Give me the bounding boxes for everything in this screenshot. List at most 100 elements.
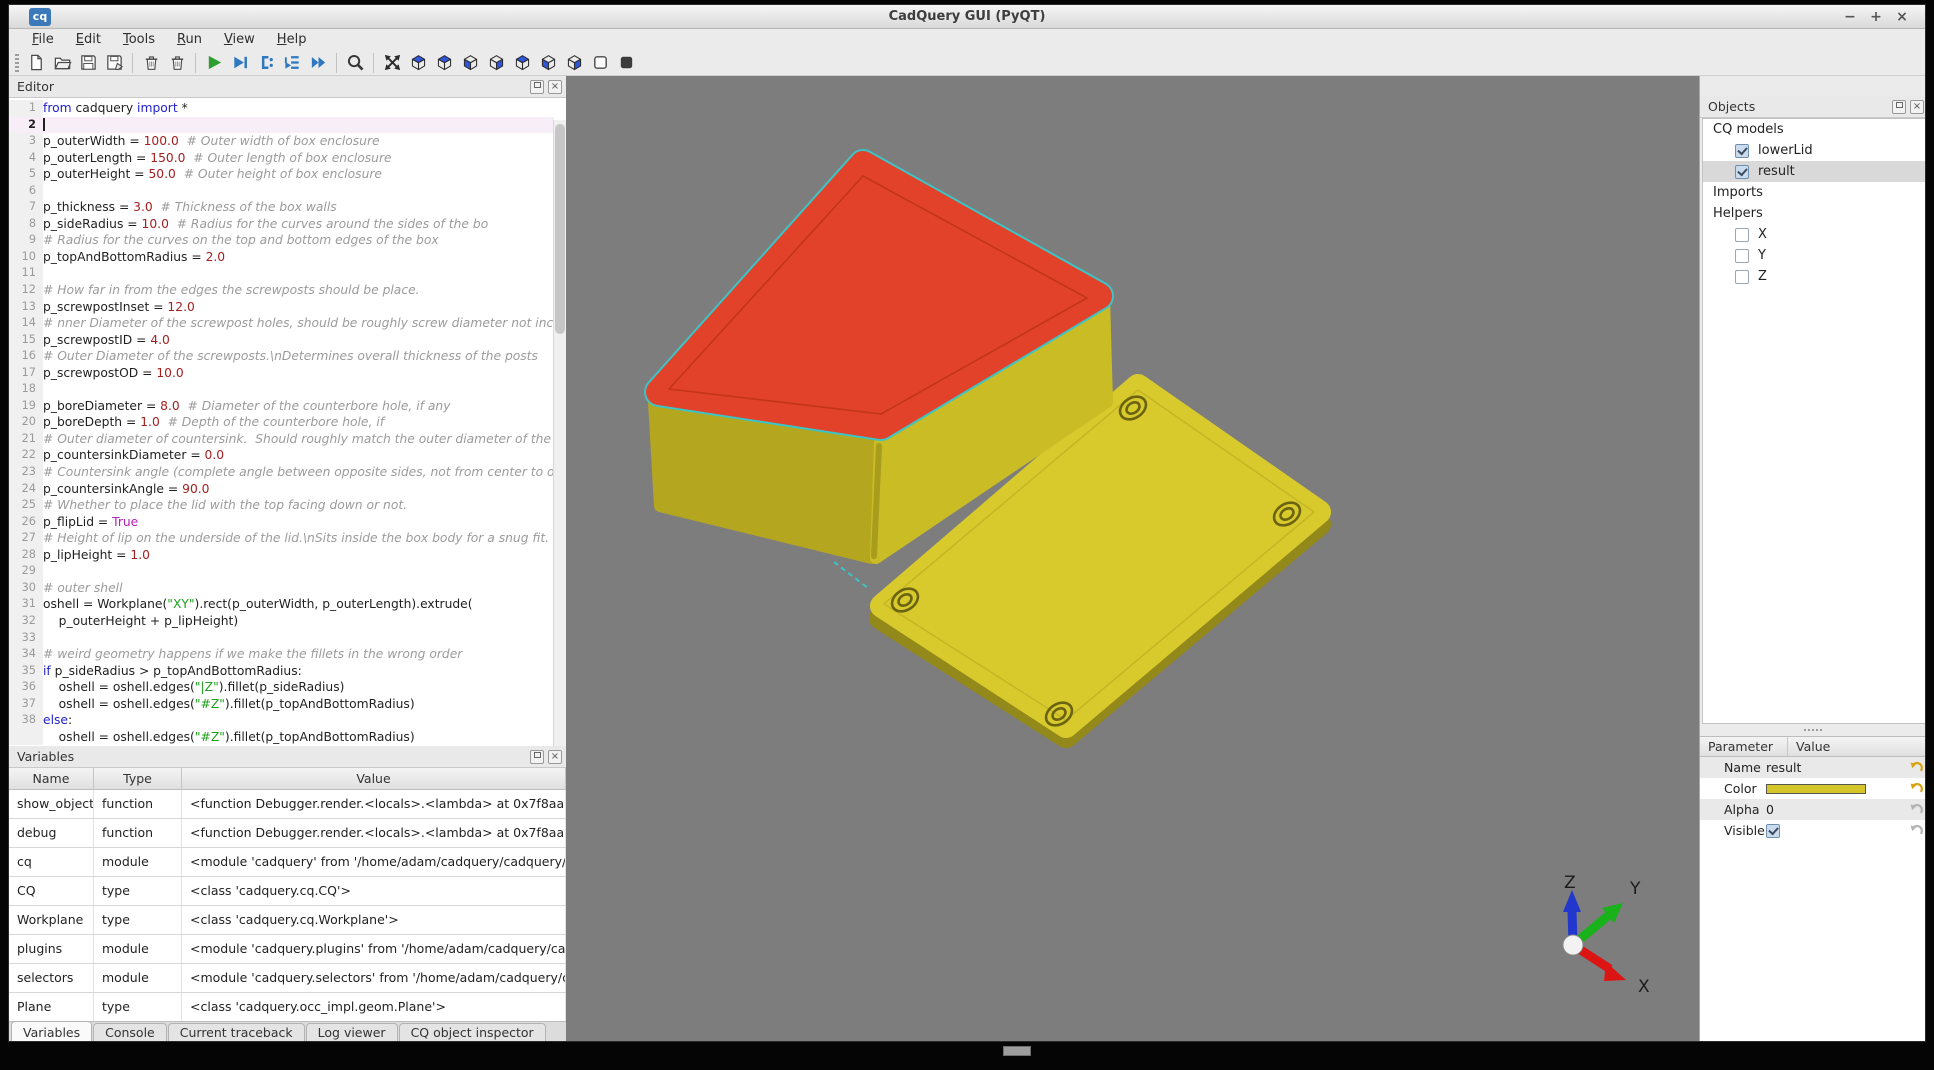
tab-console[interactable]: Console [93, 1023, 167, 1042]
viewport-3d[interactable]: Z Y X [566, 76, 1699, 1042]
cell-value: <class 'cadquery.occ_impl.geom.Plane'> [182, 993, 566, 1021]
variables-close-icon[interactable]: × [548, 750, 562, 764]
tree-group-cq-models[interactable]: CQ models [1703, 119, 1925, 140]
tree-group-helpers[interactable]: Helpers [1703, 203, 1925, 224]
menu-run[interactable]: Run [166, 29, 213, 50]
menu-view[interactable]: View [213, 29, 266, 50]
code-line: 35if p_sideRadius > p_topAndBottomRadius… [9, 663, 554, 680]
title-bar[interactable]: cq CadQuery GUI (PyQT) − + × [9, 5, 1925, 29]
toolbar-clear-script-button[interactable] [138, 51, 164, 75]
tree-item-lowerlid[interactable]: lowerLid [1703, 140, 1925, 161]
editor-scrollbar-thumb[interactable] [555, 124, 565, 334]
editor-close-icon[interactable]: × [548, 80, 562, 94]
visible-checkbox[interactable] [1766, 824, 1780, 838]
table-row[interactable]: selectorsmodule<module 'cadquery.selecto… [9, 964, 566, 993]
toolbar-new-file-button[interactable] [23, 51, 49, 75]
variables-float-icon[interactable] [530, 750, 544, 764]
toolbar-view-top-button[interactable] [431, 51, 457, 75]
3d-canvas[interactable]: Z Y X [566, 76, 1699, 1042]
close-button[interactable]: × [1893, 8, 1911, 26]
checkbox-x[interactable] [1735, 228, 1749, 242]
objects-close-icon[interactable]: × [1910, 100, 1924, 114]
editor-scrollbar[interactable] [553, 120, 566, 746]
param-value[interactable] [1766, 824, 1907, 838]
toolbar-delete-button[interactable] [164, 51, 190, 75]
objects-float-icon[interactable] [1892, 100, 1906, 114]
line-number: 27 [9, 530, 43, 547]
code-line: 21# Outer diameter of countersink. Shoul… [9, 431, 554, 448]
param-value[interactable] [1766, 784, 1907, 794]
step-icon [257, 53, 276, 72]
code-token: 10.0 [142, 217, 169, 231]
toolbar-open-file-button[interactable] [49, 51, 75, 75]
code-line: 29 [9, 563, 554, 580]
param-name: Color [1700, 781, 1766, 796]
line-number: 32 [9, 613, 43, 630]
tab-log-viewer[interactable]: Log viewer [306, 1023, 398, 1042]
toolbar-zoom-select-button[interactable] [342, 51, 368, 75]
undo-icon[interactable] [1907, 781, 1925, 797]
toolbar-save-as-button[interactable] [101, 51, 127, 75]
menu-tools[interactable]: Tools [112, 29, 166, 50]
toolbar-fit-all-button[interactable] [379, 51, 405, 75]
code-line: 32 p_outerHeight + p_lipHeight) [9, 613, 554, 630]
table-row[interactable]: show_objectfunction<function Debugger.re… [9, 790, 566, 819]
table-row[interactable]: Planetype<class 'cadquery.occ_impl.geom.… [9, 993, 566, 1021]
view-left-icon [539, 53, 558, 72]
toolbar-step-in-button[interactable] [279, 51, 305, 75]
tab-current-traceback[interactable]: Current traceback [168, 1023, 305, 1042]
editor-dock: Editor × 1from cadquery import *23p_oute… [9, 76, 566, 746]
toolbar-save-button[interactable] [75, 51, 101, 75]
maximize-button[interactable]: + [1867, 8, 1885, 26]
code-editor[interactable]: 1from cadquery import *23p_outerWidth = … [9, 98, 566, 746]
code-text: oshell = Workplane("XY").rect(p_outerWid… [43, 596, 554, 613]
param-value[interactable]: 0 [1766, 802, 1907, 817]
checkbox-y[interactable] [1735, 249, 1749, 263]
line-number: 5 [9, 166, 43, 183]
toolbar-view-right-button[interactable] [561, 51, 587, 75]
checkbox-lowerlid[interactable] [1735, 144, 1749, 158]
color-swatch[interactable] [1766, 784, 1866, 794]
checkbox-z[interactable] [1735, 270, 1749, 284]
line-number: 23 [9, 464, 43, 481]
table-row[interactable]: Workplanetype<class 'cadquery.cq.Workpla… [9, 906, 566, 935]
tree-item-y[interactable]: Y [1703, 245, 1925, 266]
code-token: # Outer height of box enclosure [176, 167, 382, 181]
toolbar-shaded-button[interactable] [613, 51, 639, 75]
menu-help[interactable]: Help [266, 29, 318, 50]
param-value[interactable]: result [1766, 760, 1907, 775]
table-row[interactable]: debugfunction<function Debugger.render.<… [9, 819, 566, 848]
menu-file[interactable]: File [21, 29, 65, 50]
tree-group-imports[interactable]: Imports [1703, 182, 1925, 203]
dock-splitter[interactable] [1700, 724, 1926, 736]
minimize-button[interactable]: − [1841, 8, 1859, 26]
table-row[interactable]: pluginsmodule<module 'cadquery.plugins' … [9, 935, 566, 964]
toolbar-view-back-button[interactable] [509, 51, 535, 75]
toolbar-view-bottom-button[interactable] [457, 51, 483, 75]
checkbox-result[interactable] [1735, 165, 1749, 179]
menu-edit[interactable]: Edit [65, 29, 112, 50]
code-token: 3.0 [133, 200, 153, 214]
tree-item-result[interactable]: result [1703, 161, 1925, 182]
toolbar-grip-icon[interactable] [15, 54, 19, 72]
code-token: # How far in from the edges the screwpos… [43, 283, 420, 297]
table-row[interactable]: CQtype<class 'cadquery.cq.CQ'> [9, 877, 566, 906]
table-row[interactable]: cqmodule<module 'cadquery' from '/home/a… [9, 848, 566, 877]
toolbar-view-front-button[interactable] [483, 51, 509, 75]
tree-item-z[interactable]: Z [1703, 266, 1925, 287]
toolbar-wireframe-button[interactable] [587, 51, 613, 75]
toolbar-debug-button[interactable] [227, 51, 253, 75]
toolbar-step-button[interactable] [253, 51, 279, 75]
code-text: if p_sideRadius > p_topAndBottomRadius: [43, 663, 554, 680]
toolbar-view-left-button[interactable] [535, 51, 561, 75]
toolbar-render-button[interactable] [201, 51, 227, 75]
editor-float-icon[interactable] [530, 80, 544, 94]
tab-cq-object-inspector[interactable]: CQ object inspector [399, 1023, 546, 1042]
step-in-icon [283, 53, 302, 72]
toolbar-view-iso-button[interactable] [405, 51, 431, 75]
parameters-column-header: Value [1788, 737, 1926, 756]
tab-variables[interactable]: Variables [11, 1021, 92, 1042]
undo-icon[interactable] [1907, 760, 1925, 776]
tree-item-x[interactable]: X [1703, 224, 1925, 245]
toolbar-continue-button[interactable] [305, 51, 331, 75]
